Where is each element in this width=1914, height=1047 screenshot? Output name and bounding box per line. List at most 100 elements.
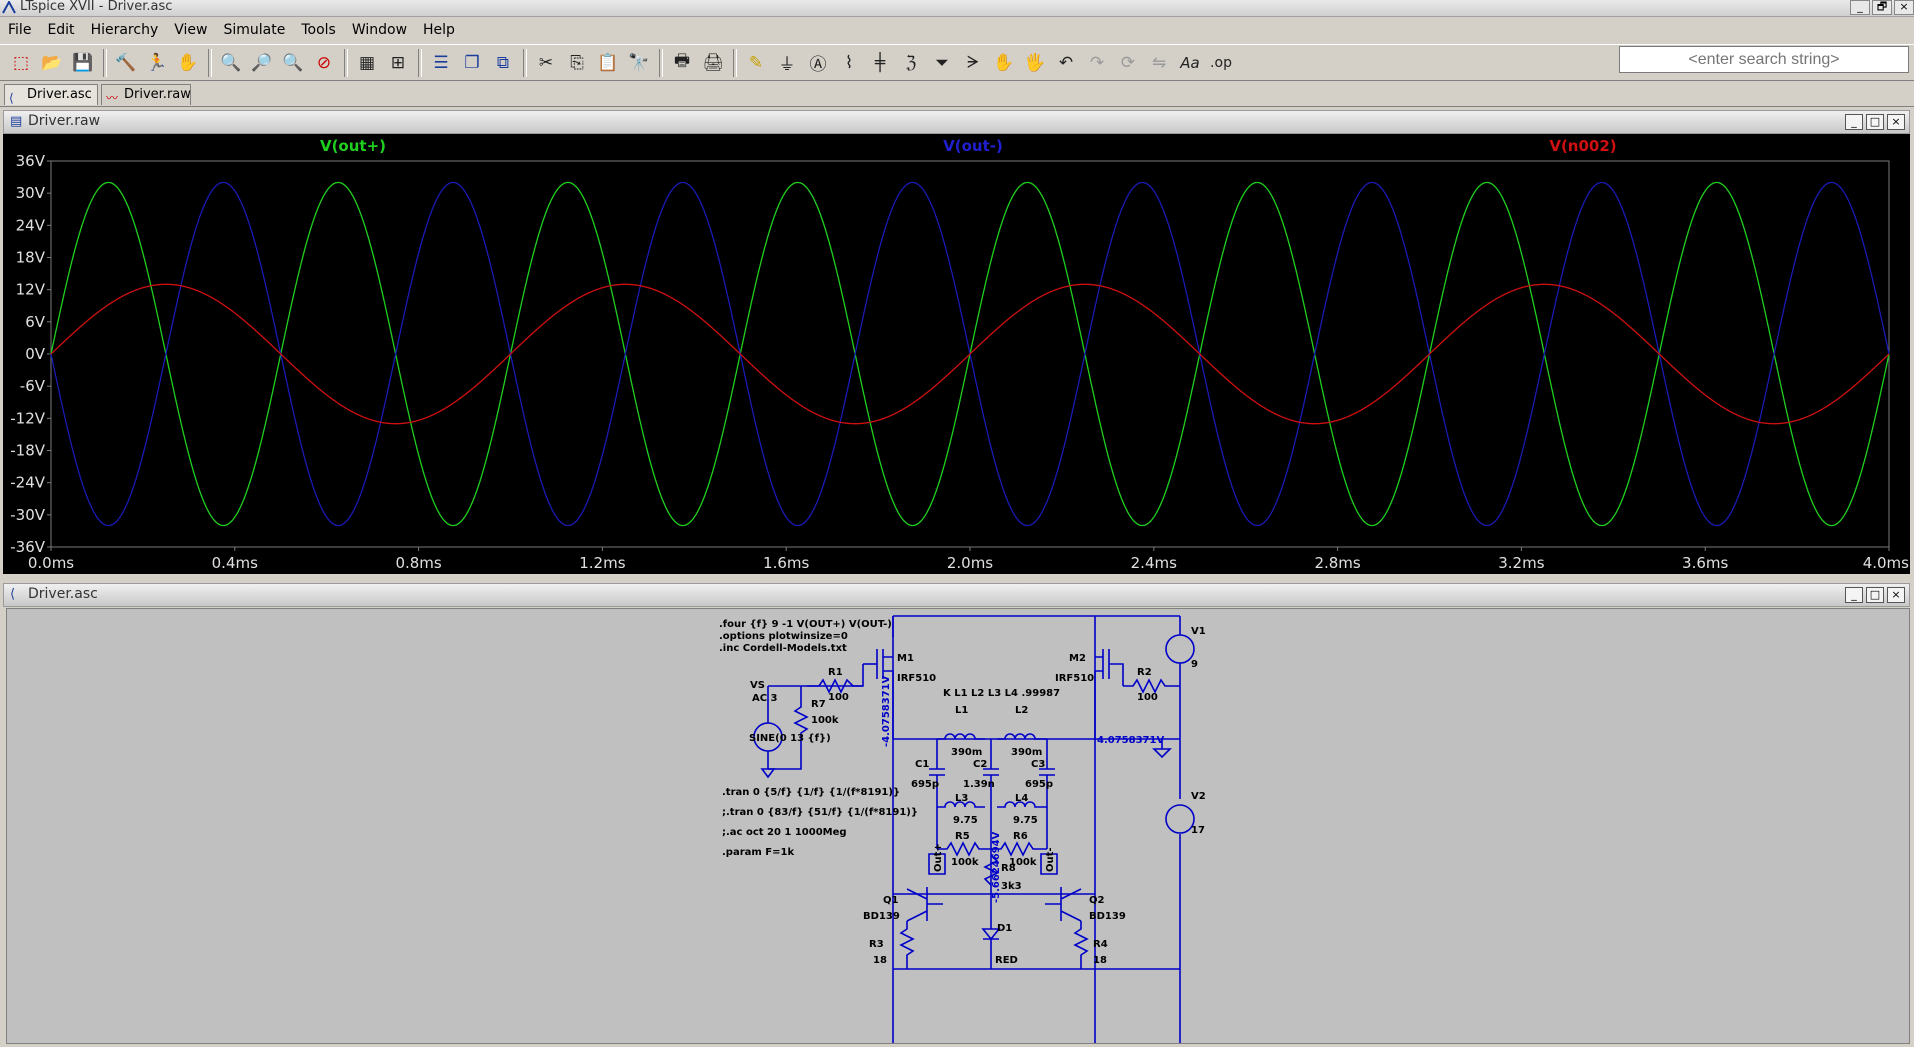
new-schematic-icon[interactable]: ⬚	[8, 50, 34, 76]
menu-help[interactable]: Help	[415, 22, 463, 38]
l3-value: 9.75	[953, 815, 978, 826]
text-icon[interactable]: Aa	[1177, 50, 1203, 76]
v2-value: 17	[1191, 825, 1205, 836]
l1-label: L1	[955, 705, 968, 716]
print-icon[interactable]: 🖨	[700, 50, 726, 76]
ground-icon[interactable]: ⏚	[774, 50, 800, 76]
schematic-canvas[interactable]: .four {f} 9 -1 V(OUT+) V(OUT-) .options …	[6, 608, 1910, 1044]
menu-file[interactable]: File	[0, 22, 39, 38]
menu-simulate[interactable]: Simulate	[215, 22, 293, 38]
autorange-icon[interactable]: ▦	[354, 50, 380, 76]
waveform-icon: ▤	[10, 114, 23, 129]
l2-value: 390m	[1011, 747, 1042, 758]
directive-tran[interactable]: .tran 0 {5/f} {1/f} {1/(f*8191)}	[722, 787, 900, 798]
legend-entry[interactable]: V(out-)	[943, 137, 1003, 155]
schematic-close-button[interactable]: ×	[1887, 587, 1905, 603]
print-preview-icon[interactable]: 🖶	[669, 50, 695, 76]
v1-value: 9	[1191, 659, 1198, 670]
cut-icon[interactable]: ✂	[533, 50, 559, 76]
close-button[interactable]: ×	[1894, 0, 1914, 15]
x-tick-label: 0.4ms	[212, 554, 258, 572]
directive-inc[interactable]: .inc Cordell-Models.txt	[719, 643, 847, 654]
plot-minimize-button[interactable]: _	[1845, 114, 1863, 130]
menu-window[interactable]: Window	[344, 22, 415, 38]
spice-directive-icon[interactable]: .op	[1208, 50, 1234, 76]
series-line[interactable]	[50, 283, 1890, 425]
rotate-icon[interactable]: ⟳	[1115, 50, 1141, 76]
zoom-out-icon[interactable]: 🔍	[280, 50, 306, 76]
vs-label: VS	[750, 680, 765, 691]
plot-window-titlebar: ▤ Driver.raw _ □ ×	[3, 110, 1910, 134]
capacitor-icon[interactable]: ╪	[867, 50, 893, 76]
diode-icon[interactable]: ⏷	[929, 50, 955, 76]
move-icon[interactable]: ✋	[991, 50, 1017, 76]
resistor-icon[interactable]: ⌇	[836, 50, 862, 76]
run-icon[interactable]: 🏃	[144, 50, 170, 76]
minimize-button[interactable]: _	[1850, 0, 1870, 15]
menu-tools[interactable]: Tools	[293, 22, 344, 38]
menu-edit[interactable]: Edit	[39, 22, 82, 38]
legend-entry[interactable]: V(n002)	[1549, 137, 1616, 155]
arrange-icon[interactable]: ⧉	[490, 50, 516, 76]
legend-entry[interactable]: V(out+)	[320, 137, 386, 155]
copy-icon[interactable]: ⎘	[564, 50, 590, 76]
x-tick-label: 4.0ms	[1863, 554, 1909, 572]
m1-label: M1	[897, 653, 914, 664]
draw-wire-icon[interactable]: ✎	[743, 50, 769, 76]
out-minus-label: Out-	[1045, 847, 1056, 872]
schematic-minimize-button[interactable]: _	[1845, 587, 1863, 603]
op-voltage-mid: -5.6624694V	[991, 831, 1002, 903]
zoom-in-icon[interactable]: 🔍	[218, 50, 244, 76]
zoom-box-icon[interactable]: 🔎	[249, 50, 275, 76]
plot-window-title: Driver.raw	[28, 113, 101, 129]
schematic-maximize-button[interactable]: □	[1866, 587, 1884, 603]
paste-icon[interactable]: 📋	[595, 50, 621, 76]
x-tick-label: 2.4ms	[1131, 554, 1177, 572]
component-icon[interactable]: ᗒ	[960, 50, 986, 76]
r5-value: 100k	[951, 857, 979, 868]
y-tick-label: 30V	[16, 184, 46, 202]
m2-label: M2	[1069, 653, 1086, 664]
schematic-icon: ⟨	[10, 587, 16, 602]
plot-close-button[interactable]: ×	[1887, 114, 1905, 130]
schematic-icon: ⟨	[9, 91, 14, 105]
r7-value: 100k	[811, 715, 839, 726]
undo-icon[interactable]: ↶	[1053, 50, 1079, 76]
tile-horizontal-icon[interactable]: ☰	[428, 50, 454, 76]
restore-button[interactable]: 🗗	[1872, 0, 1892, 15]
halt-icon[interactable]: ✋	[175, 50, 201, 76]
waveform-icon: 〰	[106, 91, 119, 105]
directive-ac-commented[interactable]: ;.ac oct 20 1 1000Meg	[722, 827, 847, 838]
q1-value: BD139	[863, 911, 900, 922]
y-tick-label: 18V	[16, 249, 46, 267]
directive-options[interactable]: .options plotwinsize=0	[719, 631, 848, 642]
find-icon[interactable]: 🔭	[626, 50, 652, 76]
plot-maximize-button[interactable]: □	[1866, 114, 1884, 130]
menu-view[interactable]: View	[166, 22, 215, 38]
open-icon[interactable]: 📂	[39, 50, 65, 76]
redo-icon[interactable]: ↷	[1084, 50, 1110, 76]
directive-param[interactable]: .param F=1k	[722, 847, 794, 858]
directive-four[interactable]: .four {f} 9 -1 V(OUT+) V(OUT-)	[719, 619, 892, 630]
tab-driver-raw[interactable]: 〰 Driver.raw	[101, 84, 191, 105]
search-input[interactable]	[1619, 46, 1909, 73]
directive-tran-commented[interactable]: ;.tran 0 {83/f} {51/f} {1/(f*8191)}	[722, 807, 918, 818]
r8-value: 3k3	[1001, 881, 1022, 892]
zoom-cancel-icon[interactable]: ⊘	[311, 50, 337, 76]
menu-hierarchy[interactable]: Hierarchy	[83, 22, 167, 38]
x-tick-label: 3.2ms	[1498, 554, 1544, 572]
save-icon[interactable]: 💾	[70, 50, 96, 76]
inductor-icon[interactable]: ℨ	[898, 50, 924, 76]
x-tick-label: 0.0ms	[28, 554, 74, 572]
label-net-icon[interactable]: Ⓐ	[805, 50, 831, 76]
drag-icon[interactable]: 🖐	[1022, 50, 1048, 76]
mirror-icon[interactable]: ⇋	[1146, 50, 1172, 76]
grid-icon[interactable]: ⊞	[385, 50, 411, 76]
x-tick-label: 1.2ms	[579, 554, 625, 572]
waveform-plot[interactable]: V(out+) V(out-) V(n002) 36V 30V 24V 18V 12V 6V 0…	[3, 134, 1910, 574]
window-title: LTspice XVII - Driver.asc	[20, 0, 173, 14]
control-panel-icon[interactable]: 🔨	[113, 50, 139, 76]
coupling-directive[interactable]: K L1 L2 L3 L4 .99987	[943, 688, 1060, 699]
tab-driver-asc[interactable]: ⟨ Driver.asc	[4, 84, 98, 105]
cascade-icon[interactable]: ❐	[459, 50, 485, 76]
